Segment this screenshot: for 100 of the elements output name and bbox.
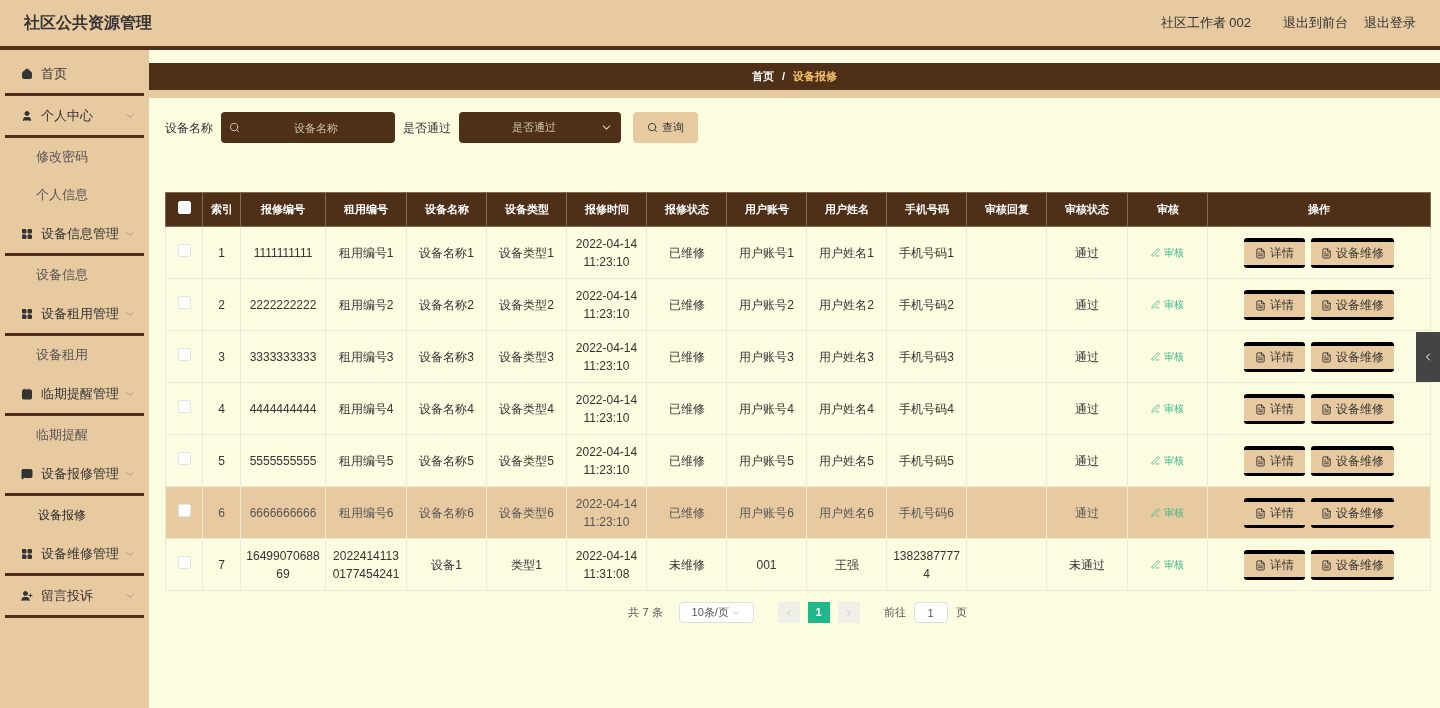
- sidebar-menu-item[interactable]: 设备维修管理: [5, 534, 144, 576]
- search-field[interactable]: 设备名称: [221, 112, 395, 143]
- sidebar-submenu-item[interactable]: 设备租用: [36, 345, 88, 365]
- repair-button[interactable]: 设备维修: [1311, 549, 1394, 580]
- table-cell: 2022-04-14 11:31:08: [575, 548, 638, 581]
- table-cell: 用户姓名2: [819, 297, 874, 312]
- column-header: 手机号码: [886, 192, 967, 227]
- table-cell: 用户账号5: [739, 453, 794, 468]
- table-cell: 类型1: [511, 557, 542, 572]
- field-label: 是否通过: [403, 119, 451, 137]
- sidebar-submenu-item[interactable]: 设备报修: [36, 506, 88, 524]
- table-row[interactable]: 5 5555555555 租用编号5 设备名称5 设备类型5 2022-04-14 11:23:10 已维修 用户账号5 用户姓名5 手机号码5 通过 审核 详情 设备维修: [165, 434, 1431, 487]
- table-cell: 设备类型1: [499, 245, 554, 260]
- table-cell: 租用编号5: [338, 453, 394, 468]
- checkbox[interactable]: [177, 295, 191, 309]
- table-cell: 租用编号3: [338, 349, 394, 364]
- sidebar-menu-item[interactable]: 设备报修管理: [5, 454, 144, 496]
- details-button[interactable]: 详情: [1244, 393, 1305, 424]
- checkbox[interactable]: [177, 451, 191, 465]
- page-size-select[interactable]: 10条/页: [678, 602, 754, 623]
- total-count: 共 7 条: [628, 605, 663, 621]
- table-row[interactable]: 6 6666666666 租用编号6 设备名称6 设备类型6 2022-04-14 11:23:10 已维修 用户账号6 用户姓名6 手机号码6 通过 审核 详情 设备维修: [165, 486, 1431, 539]
- search-button[interactable]: 查询: [633, 112, 698, 143]
- sidebar-menu-item[interactable]: 首页: [5, 54, 144, 96]
- details-button[interactable]: 详情: [1244, 341, 1305, 372]
- table-cell: 设备名称6: [419, 505, 474, 520]
- details-button[interactable]: 详情: [1244, 497, 1305, 528]
- sidebar-submenu-item[interactable]: 设备信息: [36, 265, 88, 285]
- select-field[interactable]: 是否通过: [459, 112, 621, 143]
- column-header: 审核: [1127, 192, 1208, 227]
- edit-icon: [1151, 455, 1160, 465]
- sidebar-menu-item[interactable]: 设备租用管理: [5, 294, 144, 336]
- sidebar-submenu-item[interactable]: 个人信息: [36, 185, 88, 205]
- repair-button[interactable]: 设备维修: [1311, 237, 1394, 268]
- repair-button[interactable]: 设备维修: [1311, 445, 1394, 476]
- details-button[interactable]: 详情: [1244, 549, 1305, 580]
- table-cell: 2022-04-14 11:23:10: [575, 236, 638, 269]
- table-cell: 已维修: [668, 401, 705, 416]
- document-icon: [1255, 455, 1266, 467]
- table-cell: 设备类型2: [499, 297, 554, 312]
- table-cell: 1111111111: [253, 245, 313, 260]
- sidebar-menu-item[interactable]: 设备信息管理: [5, 214, 144, 256]
- details-button[interactable]: 详情: [1244, 445, 1305, 476]
- table-cell: 租用编号6: [338, 505, 394, 520]
- table-cell: 001: [756, 557, 777, 572]
- table-row[interactable]: 3 3333333333 租用编号3 设备名称3 设备类型3 2022-04-14 11:23:10 已维修 用户账号3 用户姓名3 手机号码3 通过 审核 详情 设备维修: [165, 330, 1431, 383]
- table-cell: 租用编号1: [338, 245, 394, 260]
- document-icon: [1321, 507, 1332, 519]
- table-cell: 手机号码2: [899, 297, 954, 312]
- table-cell: 设备名称5: [419, 453, 474, 468]
- repair-button[interactable]: 设备维修: [1311, 289, 1394, 320]
- table-cell: 用户账号3: [739, 349, 794, 364]
- table-cell: 用户姓名1: [819, 245, 874, 260]
- details-button[interactable]: 详情: [1244, 237, 1305, 268]
- prev-page-button[interactable]: [777, 602, 800, 623]
- header-link[interactable]: 退出登录: [1364, 13, 1416, 33]
- sidebar-submenu-item[interactable]: 修改密码: [36, 147, 88, 167]
- checkbox[interactable]: [177, 503, 191, 517]
- table-row[interactable]: 4 4444444444 租用编号4 设备名称4 设备类型4 2022-04-14 11:23:10 已维修 用户账号4 用户姓名4 手机号码4 通过 审核 详情 设备维修: [165, 382, 1431, 435]
- repair-button[interactable]: 设备维修: [1311, 497, 1394, 528]
- repair-button[interactable]: 设备维修: [1311, 341, 1394, 372]
- table-cell: 用户姓名3: [819, 349, 874, 364]
- table-cell: 2022-04-14 11:23:10: [575, 392, 638, 425]
- grid-icon: [21, 547, 33, 560]
- checkbox[interactable]: [177, 347, 191, 361]
- checkbox[interactable]: [177, 243, 191, 257]
- checkbox[interactable]: [177, 555, 191, 569]
- table-cell: 手机号码4: [899, 401, 954, 416]
- side-panel-toggle[interactable]: [1416, 332, 1440, 382]
- sidebar-submenu-item[interactable]: 临期提醒: [36, 425, 88, 445]
- table-cell: 通过: [1075, 505, 1099, 520]
- table-cell: 已维修: [668, 297, 705, 312]
- checkbox[interactable]: [177, 399, 191, 413]
- table-cell: 用户账号6: [739, 505, 794, 520]
- breadcrumb-link[interactable]: 首页: [751, 68, 774, 85]
- column-header: 报修状态: [646, 192, 727, 227]
- table-cell: 手机号码6: [899, 505, 954, 520]
- document-icon: [1321, 247, 1332, 259]
- table-cell: 用户账号1: [739, 245, 794, 260]
- table-cell: 4: [218, 401, 225, 416]
- table-row[interactable]: 7 1649907068869 20224141130177454241 设备1 类型1 2022-04-14 11:31:08 未维修 001 王强 13823877774 未通过 审核 详情 设备维修: [165, 538, 1431, 591]
- sidebar-menu-item[interactable]: 临期提醒管理: [5, 374, 144, 416]
- table-cell: 13823877774: [893, 548, 960, 581]
- table-cell: 3: [218, 349, 225, 364]
- table-cell: 设备名称2: [419, 297, 474, 312]
- table-cell: 2022-04-14 11:23:10: [575, 496, 638, 529]
- table-row[interactable]: 2 2222222222 租用编号2 设备名称2 设备类型2 2022-04-14 11:23:10 已维修 用户账号2 用户姓名2 手机号码2 通过 审核 详情 设备维修: [165, 278, 1431, 331]
- details-button[interactable]: 详情: [1244, 289, 1305, 320]
- table-cell: 已维修: [668, 349, 705, 364]
- table-row[interactable]: 1 1111111111 租用编号1 设备名称1 设备类型1 2022-04-14 11:23:10 已维修 用户账号1 用户姓名1 手机号码1 通过 审核 详情 设备维修: [165, 226, 1431, 279]
- sidebar-menu-item[interactable]: 个人中心: [5, 96, 144, 138]
- page-input[interactable]: 1: [913, 602, 948, 623]
- sidebar-menu-item[interactable]: 留言投诉: [5, 576, 144, 618]
- next-page-button[interactable]: [837, 602, 860, 623]
- table-cell: 2022-04-14 11:23:10: [575, 288, 638, 321]
- repair-button[interactable]: 设备维修: [1311, 393, 1394, 424]
- search-icon: [647, 122, 658, 133]
- table-cell: 租用编号2: [338, 297, 394, 312]
- document-icon: [1321, 299, 1332, 311]
- header-link[interactable]: 退出到前台: [1283, 13, 1348, 33]
